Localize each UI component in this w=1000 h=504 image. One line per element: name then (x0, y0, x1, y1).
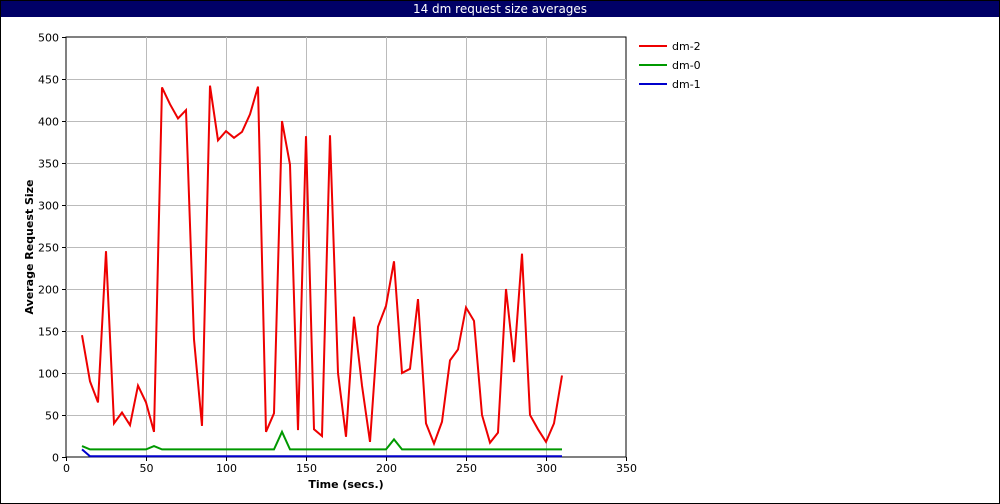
x-tick-label: 150 (296, 462, 317, 475)
y-axis-title: Average Request Size (23, 179, 36, 314)
y-tick-label: 100 (38, 368, 59, 381)
legend-label-dm-0: dm-0 (672, 59, 701, 72)
x-tick-label: 200 (376, 462, 397, 475)
y-tick-label: 500 (38, 32, 59, 45)
x-axis-ticks: 0 50 100 150 200 250 300 350 (63, 457, 637, 475)
y-tick-label: 350 (38, 158, 59, 171)
y-tick-label: 300 (38, 200, 59, 213)
y-tick-label: 150 (38, 326, 59, 339)
x-tick-label: 250 (456, 462, 477, 475)
x-tick-label: 50 (140, 462, 154, 475)
y-tick-label: 50 (45, 410, 59, 423)
x-tick-label: 300 (536, 462, 557, 475)
y-tick-label: 250 (38, 242, 59, 255)
y-tick-label: 0 (52, 452, 59, 465)
y-tick-label: 450 (38, 74, 59, 87)
legend-label-dm-1: dm-1 (672, 78, 701, 91)
legend: dm-2 dm-0 dm-1 (639, 40, 701, 91)
y-axis-ticks: 0 50 100 150 200 250 300 350 400 450 500 (38, 32, 66, 465)
x-tick-label: 350 (616, 462, 637, 475)
y-tick-label: 200 (38, 284, 59, 297)
y-tick-label: 400 (38, 116, 59, 129)
x-axis-title: Time (secs.) (308, 478, 383, 491)
chart-window: 14 dm request size averages 0 50 100 150 200… (0, 0, 1000, 504)
line-chart: 0 50 100 150 200 250 300 350 0 50 100 150 200 250 300… (23, 32, 701, 492)
x-tick-label: 100 (216, 462, 237, 475)
legend-label-dm-2: dm-2 (672, 40, 701, 53)
x-tick-label: 0 (63, 462, 70, 475)
